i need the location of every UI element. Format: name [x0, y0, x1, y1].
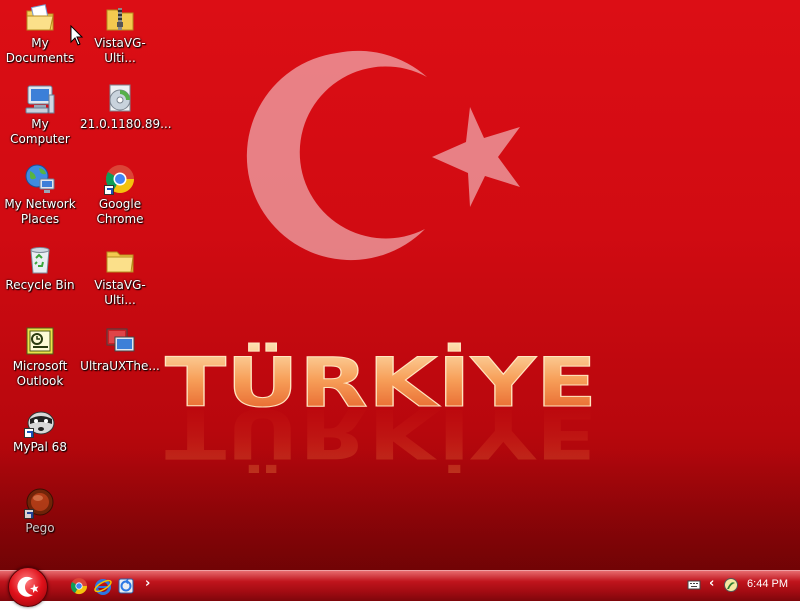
chrome-icon	[104, 163, 136, 195]
shortcut-arrow-icon	[24, 428, 34, 438]
zip-archive-icon	[104, 2, 136, 34]
pego-icon	[24, 487, 56, 519]
tray-expand-chevron[interactable]: ‹	[709, 576, 714, 591]
desktop-icon-google-chrome[interactable]: Google Chrome	[80, 163, 160, 227]
outlook-icon	[24, 325, 56, 357]
turkiye-word: TÜRKİYE TÜRKİYE	[165, 343, 598, 474]
clock[interactable]: 6:44 PM	[747, 578, 788, 590]
desktop-icon-my-computer[interactable]: My Computer	[0, 83, 80, 147]
star	[432, 107, 520, 207]
desktop-icon-my-network-places[interactable]: My Network Places	[0, 163, 80, 227]
quicklaunch-internet-explorer[interactable]	[94, 577, 112, 595]
tray-app-icon[interactable]	[724, 578, 738, 592]
taskbar[interactable]: › ‹ 6:44 PM	[0, 567, 800, 607]
desktop-icon-pego[interactable]: Pego	[0, 487, 80, 536]
desktop[interactable]: TÜRKİYE TÜRKİYE My Documents VistaVG-Ult…	[0, 0, 800, 570]
mouse-cursor-icon	[70, 25, 84, 46]
desktop-icon-microsoft-outlook[interactable]: Microsoft Outlook	[0, 325, 80, 389]
mypal-icon	[24, 406, 56, 438]
network-places-icon	[24, 163, 56, 195]
theme-patcher-icon	[104, 325, 136, 357]
my-documents-icon	[24, 2, 56, 34]
folder-icon	[104, 244, 136, 276]
my-computer-icon	[24, 83, 56, 115]
start-orb-icon	[17, 576, 39, 597]
recycle-bin-icon	[24, 244, 56, 276]
desktop-icon-ultrauxtheme[interactable]: UltraUXThe...	[80, 325, 160, 374]
svg-text:TÜRKİYE: TÜRKİYE	[165, 393, 597, 473]
quicklaunch-windows-update[interactable]	[117, 577, 135, 595]
quicklaunch-chrome[interactable]	[70, 577, 88, 595]
desktop-icon-recycle-bin[interactable]: Recycle Bin	[0, 244, 80, 293]
desktop-icon-mypal-68[interactable]: MyPal 68	[0, 406, 80, 455]
start-button[interactable]	[8, 567, 48, 607]
quicklaunch-overflow-chevron[interactable]: ›	[145, 576, 150, 591]
desktop-icon-vistavg-folder[interactable]: VistaVG-Ulti...	[80, 244, 160, 308]
keyboard-icon[interactable]	[687, 578, 701, 592]
shortcut-arrow-icon	[104, 185, 114, 195]
installer-disc-icon	[104, 83, 136, 115]
desktop-icon-my-documents[interactable]: My Documents	[0, 2, 80, 66]
desktop-icon-installer[interactable]: 21.0.1180.89...	[80, 83, 172, 132]
crescent-moon	[246, 50, 427, 261]
desktop-icon-vistavg-zip[interactable]: VistaVG-Ulti...	[80, 2, 160, 66]
shortcut-arrow-icon	[24, 509, 34, 519]
